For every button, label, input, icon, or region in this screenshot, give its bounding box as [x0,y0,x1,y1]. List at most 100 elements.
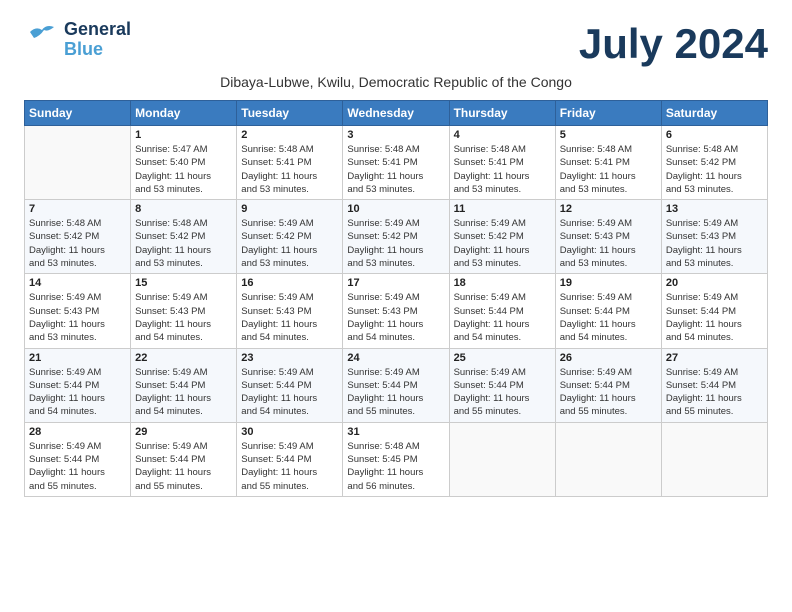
calendar-cell: 9Sunrise: 5:49 AMSunset: 5:42 PMDaylight… [237,200,343,274]
day-number: 13 [666,203,763,215]
day-info: Sunrise: 5:47 AMSunset: 5:40 PMDaylight:… [135,143,232,196]
calendar-cell: 31 Sunrise: 5:48 AMSunset: 5:45 PMDayligh… [343,422,449,496]
day-info: Sunrise: 5:49 AMSunset: 5:43 PMDaylight:… [666,217,763,270]
calendar-cell: 10Sunrise: 5:49 AMSunset: 5:42 PMDayligh… [343,200,449,274]
calendar-cell: 27 Sunrise: 5:49 AMSunset: 5:44 PMDayligh… [661,348,767,422]
calendar-table: SundayMondayTuesdayWednesdayThursdayFrid… [24,100,768,497]
calendar-cell: 29 Sunrise: 5:49 AMSunset: 5:44 PMDayligh… [131,422,237,496]
day-number: 17 [347,277,444,289]
day-info: Sunrise: 5:49 AMSunset: 5:44 PMDaylight:… [135,440,232,493]
day-number: 31 [347,426,444,438]
calendar-header: SundayMondayTuesdayWednesdayThursdayFrid… [25,101,768,126]
calendar-cell: 2 Sunrise: 5:48 AMSunset: 5:41 PMDaylight… [237,126,343,200]
calendar-cell: 3Sunrise: 5:48 AMSunset: 5:41 PMDaylight… [343,126,449,200]
calendar-cell: 25 Sunrise: 5:49 AMSunset: 5:44 PMDayligh… [449,348,555,422]
day-info: Sunrise: 5:49 AMSunset: 5:44 PMDaylight:… [560,366,657,419]
day-info: Sunrise: 5:48 AMSunset: 5:41 PMDaylight:… [560,143,657,196]
day-info: Sunrise: 5:48 AMSunset: 5:41 PMDaylight:… [241,143,338,196]
day-info: Sunrise: 5:49 AMSunset: 5:44 PMDaylight:… [454,291,551,344]
calendar-cell: 26 Sunrise: 5:49 AMSunset: 5:44 PMDayligh… [555,348,661,422]
calendar-week-5: 28Sunrise: 5:49 AMSunset: 5:44 PMDayligh… [25,422,768,496]
day-number: 1 [135,129,232,141]
calendar-cell: 24Sunrise: 5:49 AMSunset: 5:44 PMDayligh… [343,348,449,422]
day-number: 4 [454,129,551,141]
day-number: 10 [347,203,444,215]
calendar-cell: 8Sunrise: 5:48 AMSunset: 5:42 PMDaylight… [131,200,237,274]
day-number: 14 [29,277,126,289]
day-info: Sunrise: 5:49 AMSunset: 5:43 PMDaylight:… [241,291,338,344]
day-number: 20 [666,277,763,289]
day-info: Sunrise: 5:49 AMSunset: 5:43 PMDaylight:… [560,217,657,270]
day-number: 25 [454,352,551,364]
day-header-thursday: Thursday [449,101,555,126]
day-info: Sunrise: 5:49 AMSunset: 5:44 PMDaylight:… [241,440,338,493]
month-title: July 2024 [579,20,768,68]
day-number: 16 [241,277,338,289]
day-number: 18 [454,277,551,289]
calendar-week-1: 1 Sunrise: 5:47 AMSunset: 5:40 PMDaylight… [25,126,768,200]
page-header: General Blue July 2024 [24,20,768,68]
days-header-row: SundayMondayTuesdayWednesdayThursdayFrid… [25,101,768,126]
day-number: 7 [29,203,126,215]
day-number: 11 [454,203,551,215]
calendar-cell: 11 Sunrise: 5:49 AMSunset: 5:42 PMDayligh… [449,200,555,274]
day-number: 6 [666,129,763,141]
calendar-week-2: 7 Sunrise: 5:48 AMSunset: 5:42 PMDaylight… [25,200,768,274]
day-info: Sunrise: 5:48 AMSunset: 5:42 PMDaylight:… [29,217,126,270]
day-info: Sunrise: 5:49 AMSunset: 5:44 PMDaylight:… [666,291,763,344]
day-number: 22 [135,352,232,364]
day-info: Sunrise: 5:49 AMSunset: 5:43 PMDaylight:… [135,291,232,344]
day-header-wednesday: Wednesday [343,101,449,126]
calendar-cell: 17 Sunrise: 5:49 AMSunset: 5:43 PMDayligh… [343,274,449,348]
calendar-cell: 28Sunrise: 5:49 AMSunset: 5:44 PMDayligh… [25,422,131,496]
calendar-cell: 5 Sunrise: 5:48 AMSunset: 5:41 PMDaylight… [555,126,661,200]
calendar-cell [661,422,767,496]
day-number: 24 [347,352,444,364]
calendar-cell: 23 Sunrise: 5:49 AMSunset: 5:44 PMDayligh… [237,348,343,422]
calendar-cell: 1 Sunrise: 5:47 AMSunset: 5:40 PMDaylight… [131,126,237,200]
calendar-cell: 14 Sunrise: 5:49 AMSunset: 5:43 PMDayligh… [25,274,131,348]
day-number: 12 [560,203,657,215]
calendar-cell: 4 Sunrise: 5:48 AMSunset: 5:41 PMDaylight… [449,126,555,200]
calendar-cell: 30Sunrise: 5:49 AMSunset: 5:44 PMDayligh… [237,422,343,496]
calendar-cell: 13 Sunrise: 5:49 AMSunset: 5:43 PMDayligh… [661,200,767,274]
calendar-cell: 18 Sunrise: 5:49 AMSunset: 5:44 PMDayligh… [449,274,555,348]
logo-icon [24,22,60,58]
calendar-cell: 12 Sunrise: 5:49 AMSunset: 5:43 PMDayligh… [555,200,661,274]
day-number: 23 [241,352,338,364]
day-info: Sunrise: 5:49 AMSunset: 5:44 PMDaylight:… [454,366,551,419]
day-info: Sunrise: 5:49 AMSunset: 5:44 PMDaylight:… [29,440,126,493]
calendar-week-3: 14 Sunrise: 5:49 AMSunset: 5:43 PMDayligh… [25,274,768,348]
day-info: Sunrise: 5:49 AMSunset: 5:42 PMDaylight:… [454,217,551,270]
calendar-cell: 16 Sunrise: 5:49 AMSunset: 5:43 PMDayligh… [237,274,343,348]
day-number: 15 [135,277,232,289]
day-header-sunday: Sunday [25,101,131,126]
day-info: Sunrise: 5:49 AMSunset: 5:43 PMDaylight:… [29,291,126,344]
day-info: Sunrise: 5:48 AMSunset: 5:41 PMDaylight:… [347,143,444,196]
day-info: Sunrise: 5:49 AMSunset: 5:44 PMDaylight:… [29,366,126,419]
day-number: 27 [666,352,763,364]
calendar-cell [555,422,661,496]
logo-text-general: General [64,20,131,40]
day-info: Sunrise: 5:48 AMSunset: 5:42 PMDaylight:… [666,143,763,196]
day-info: Sunrise: 5:49 AMSunset: 5:43 PMDaylight:… [347,291,444,344]
calendar-week-4: 21Sunrise: 5:49 AMSunset: 5:44 PMDayligh… [25,348,768,422]
calendar-cell: 21Sunrise: 5:49 AMSunset: 5:44 PMDayligh… [25,348,131,422]
day-header-saturday: Saturday [661,101,767,126]
day-number: 26 [560,352,657,364]
day-info: Sunrise: 5:48 AMSunset: 5:41 PMDaylight:… [454,143,551,196]
day-number: 2 [241,129,338,141]
day-info: Sunrise: 5:49 AMSunset: 5:44 PMDaylight:… [666,366,763,419]
day-info: Sunrise: 5:48 AMSunset: 5:45 PMDaylight:… [347,440,444,493]
day-number: 8 [135,203,232,215]
calendar-cell: 19Sunrise: 5:49 AMSunset: 5:44 PMDayligh… [555,274,661,348]
day-info: Sunrise: 5:49 AMSunset: 5:44 PMDaylight:… [560,291,657,344]
calendar-cell: 20 Sunrise: 5:49 AMSunset: 5:44 PMDayligh… [661,274,767,348]
calendar-cell [25,126,131,200]
day-number: 5 [560,129,657,141]
day-number: 9 [241,203,338,215]
day-number: 29 [135,426,232,438]
day-info: Sunrise: 5:49 AMSunset: 5:44 PMDaylight:… [241,366,338,419]
calendar-body: 1 Sunrise: 5:47 AMSunset: 5:40 PMDaylight… [25,126,768,497]
day-header-friday: Friday [555,101,661,126]
